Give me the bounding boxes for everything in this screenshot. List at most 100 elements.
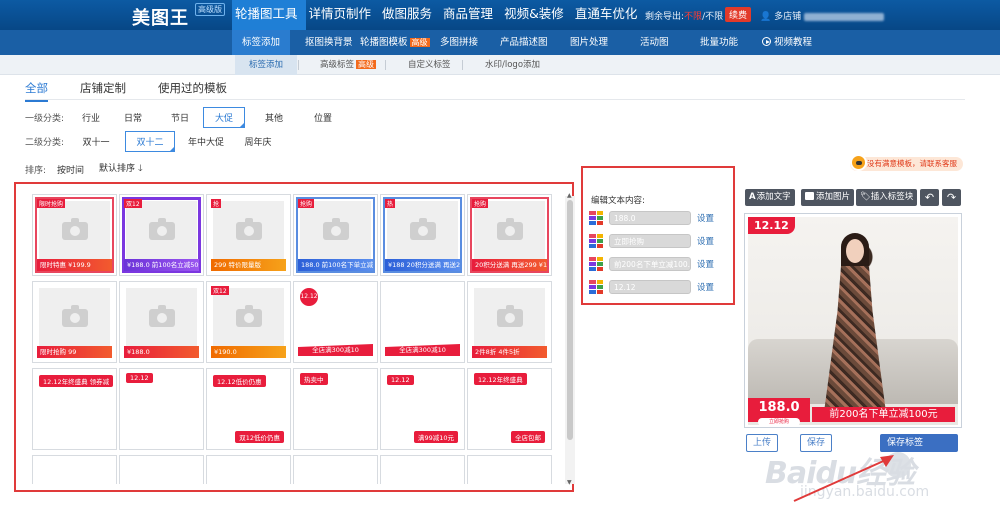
- grid-scrollbar[interactable]: ▲ ▼: [565, 192, 575, 486]
- scroll-down-icon[interactable]: ▼: [567, 479, 572, 486]
- nav-carousel-tools[interactable]: 轮播图工具: [232, 0, 306, 30]
- sort-by-time[interactable]: 按时间: [57, 160, 84, 179]
- nav-design-service[interactable]: 做图服务: [379, 0, 440, 30]
- nav-product-manage[interactable]: 商品管理: [440, 0, 501, 30]
- subnav-video-tutorial[interactable]: 视频教程: [762, 30, 812, 55]
- template-top-label: 热: [385, 199, 396, 208]
- template-card[interactable]: 12.12低价仍惠 双12低价仍惠: [206, 368, 291, 450]
- set-button[interactable]: 设置: [697, 235, 714, 247]
- nav-ztc-optimize[interactable]: 直通车优化: [572, 0, 646, 30]
- filter-midyear[interactable]: 年中大促: [187, 132, 225, 151]
- color-picker-icon[interactable]: [589, 211, 603, 225]
- template-card[interactable]: 双12 ¥188.0 前100名立减50元: [119, 194, 204, 276]
- template-card[interactable]: [206, 455, 291, 484]
- subnav-batch[interactable]: 批量功能: [700, 30, 738, 55]
- set-button[interactable]: 设置: [697, 258, 714, 270]
- subnav-cutout-bg[interactable]: 抠图换背景: [305, 30, 353, 55]
- subnav-carousel-template[interactable]: 轮播图模板 高级: [360, 30, 430, 55]
- thirdnav-watermark[interactable]: 水印/logo添加: [485, 55, 540, 75]
- scroll-thumb[interactable]: [567, 200, 573, 440]
- template-card[interactable]: [119, 455, 204, 484]
- set-button[interactable]: 设置: [697, 281, 714, 293]
- filter-double11[interactable]: 双十一: [80, 132, 112, 151]
- filter-festival[interactable]: 节日: [169, 108, 191, 127]
- template-bottom-label: ¥188.0 前100名立减50元: [124, 259, 199, 271]
- subnav-collage[interactable]: 多图拼接: [440, 30, 478, 55]
- template-card[interactable]: 热 ¥188 20积分送满 再送299: [380, 194, 465, 276]
- template-card[interactable]: [467, 455, 552, 484]
- filter-daily[interactable]: 日常: [122, 108, 144, 127]
- scroll-up-icon[interactable]: ▲: [567, 192, 572, 199]
- template-card[interactable]: 抢购 188.0 前100名下单立减100元: [293, 194, 378, 276]
- store-label: 多店铺: [774, 12, 802, 22]
- template-card[interactable]: [293, 455, 378, 484]
- filter-position[interactable]: 位置: [312, 108, 334, 127]
- template-card[interactable]: 抢购 20积分送满 再送299 ¥188: [467, 194, 552, 276]
- preview-promo[interactable]: 前200名下单立减100元: [812, 407, 955, 422]
- template-top-label: 抢购: [472, 199, 489, 208]
- filter-industry[interactable]: 行业: [80, 108, 102, 127]
- quota-label: 剩余导出:: [645, 12, 685, 22]
- filter-double12[interactable]: 双十二: [125, 131, 175, 152]
- sort-default[interactable]: 默认排序 🡓: [99, 158, 143, 180]
- undo-icon[interactable]: ↶: [920, 189, 939, 206]
- edit-row: 立即抢购 设置: [589, 233, 714, 249]
- thirdnav-custom-tag[interactable]: 自定义标签: [408, 55, 451, 75]
- template-card[interactable]: [32, 455, 117, 484]
- template-card[interactable]: 12.12年终盛典 全店包邮: [467, 368, 552, 450]
- subnav-tag-add[interactable]: 标签添加: [232, 30, 291, 55]
- user-icon: 👤: [760, 12, 772, 22]
- color-picker-icon[interactable]: [589, 280, 603, 294]
- template-card[interactable]: 12.12 满99减10元: [380, 368, 465, 450]
- tag-icon: 🏷: [860, 192, 871, 202]
- renew-button[interactable]: 续费: [725, 7, 752, 22]
- filter-level1-label: 一级分类:: [25, 114, 65, 124]
- add-image-button[interactable]: 添加图片: [801, 189, 855, 206]
- edit-text-input[interactable]: 立即抢购: [609, 234, 691, 248]
- color-picker-icon[interactable]: [589, 257, 603, 271]
- subnav-product-desc[interactable]: 产品描述图: [500, 30, 548, 55]
- support-tip[interactable]: 没有满意模板，请联系客服: [850, 154, 963, 171]
- store-switcher[interactable]: 👤 多店铺: [760, 9, 884, 22]
- support-tip-text: 没有满意模板，请联系客服: [867, 159, 957, 168]
- template-card[interactable]: 抢 299 特价限量版: [206, 194, 291, 276]
- template-card[interactable]: 12.12年终盛典 领券减: [32, 368, 117, 450]
- template-bottom-label: 满99减10元: [413, 431, 458, 443]
- color-picker-icon[interactable]: [589, 234, 603, 248]
- edit-text-input[interactable]: 前200名下单立减100...: [609, 257, 691, 271]
- template-card[interactable]: 限时抢购 99: [32, 281, 117, 363]
- template-bottom-label: ¥188 20积分送满 再送299: [385, 259, 460, 271]
- text-edit-panel: 编辑文本内容: 188.0 设置 立即抢购 设置 前200名下单立减100...…: [581, 166, 735, 305]
- redo-icon[interactable]: ↷: [942, 189, 961, 206]
- subnav-image-process[interactable]: 图片处理: [570, 30, 608, 55]
- preview-buy-now[interactable]: 立即抢购: [758, 418, 800, 426]
- template-card[interactable]: ¥188.0: [119, 281, 204, 363]
- preview-tag-1212[interactable]: 12.12: [748, 217, 795, 234]
- filter-other[interactable]: 其他: [263, 108, 285, 127]
- nav-video-decor[interactable]: 视频&装修: [501, 0, 572, 30]
- template-top-label: 热卖中: [300, 373, 328, 385]
- app-logo[interactable]: 美图王: [132, 4, 189, 30]
- subnav-activity[interactable]: 活动图: [640, 30, 669, 55]
- template-card[interactable]: [380, 455, 465, 484]
- thirdnav-advanced-tag[interactable]: 高级标签 高级: [320, 55, 377, 75]
- insert-tag-button[interactable]: 🏷插入标签块: [856, 189, 918, 206]
- template-card[interactable]: 热卖中: [293, 368, 378, 450]
- edit-text-input[interactable]: 188.0: [609, 211, 691, 225]
- divider: [385, 60, 386, 70]
- template-card[interactable]: 12.12: [119, 368, 204, 450]
- thirdnav-tag-add[interactable]: 标签添加: [235, 55, 298, 75]
- template-card[interactable]: 2件8折 4件5折: [467, 281, 552, 363]
- template-card[interactable]: 限时抢购 限时特惠 ¥199.9: [32, 194, 117, 276]
- nav-detail-page[interactable]: 详情页制作: [306, 0, 380, 30]
- quota-sep: /不限: [702, 12, 724, 22]
- filter-anniversary[interactable]: 周年庆: [243, 132, 273, 151]
- template-card[interactable]: 12.12 全店满300减10: [293, 281, 378, 363]
- preview-canvas[interactable]: 12.12 188.0 立即抢购 前200名下单立减100元: [744, 213, 962, 428]
- add-text-button[interactable]: A添加文字: [745, 189, 795, 206]
- set-button[interactable]: 设置: [697, 212, 714, 224]
- template-card[interactable]: 全店满300减10: [380, 281, 465, 363]
- edit-text-input[interactable]: 12.12: [609, 280, 691, 294]
- filter-big-promo[interactable]: 大促: [203, 107, 245, 128]
- template-card[interactable]: 双12 ¥190.0: [206, 281, 291, 363]
